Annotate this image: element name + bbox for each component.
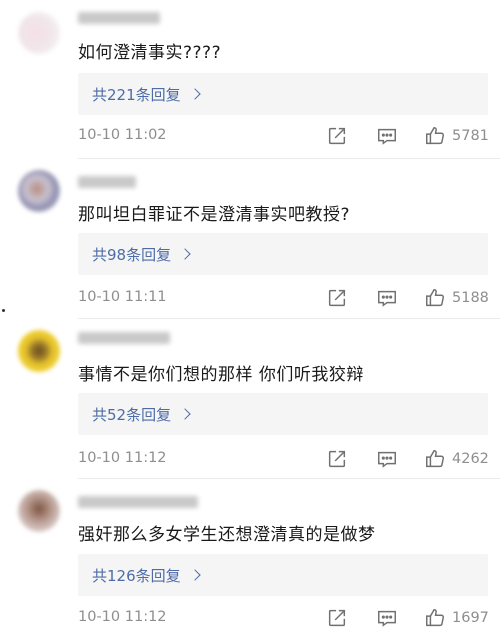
like-count: 4262 — [452, 451, 489, 467]
avatar[interactable] — [18, 490, 60, 532]
comment-timestamp: 10-10 11:12 — [78, 450, 167, 466]
comment-icon[interactable] — [376, 287, 398, 309]
divider — [78, 158, 500, 159]
replies-count-label: 共221条回复 — [92, 85, 181, 104]
view-replies-link[interactable]: 共221条回复 — [92, 84, 201, 105]
replies-count-label: 共52条回复 — [92, 405, 172, 424]
like-button[interactable]: 4262 — [424, 448, 489, 470]
avatar[interactable] — [18, 12, 60, 54]
comment-meta-row: 10-10 11:12 4262 — [78, 448, 489, 470]
like-button[interactable]: 1697 — [424, 607, 489, 629]
comment-timestamp: 10-10 11:12 — [78, 609, 167, 625]
replies-box[interactable]: 共126条回复 — [78, 554, 488, 596]
comment-icon[interactable] — [376, 607, 398, 629]
view-replies-link[interactable]: 共98条回复 — [92, 244, 191, 265]
like-button[interactable]: 5188 — [424, 287, 489, 309]
comment-meta-row: 10-10 11:11 5188 — [78, 287, 489, 309]
divider — [78, 318, 500, 319]
like-count: 5188 — [452, 290, 489, 306]
like-count: 1697 — [452, 610, 489, 626]
thumbs-up-icon — [426, 609, 444, 627]
comment-text: 如何澄清事实???? — [78, 43, 222, 63]
like-count: 5781 — [452, 128, 489, 144]
replies-count-label: 共126条回复 — [92, 566, 181, 585]
chevron-right-icon — [179, 408, 191, 420]
comment-item: 那叫坦白罪证不是澄清事实吧教授? 共98条回复 10-10 11:11 5188 — [0, 160, 500, 320]
username-blurred[interactable] — [78, 332, 170, 344]
view-replies-link[interactable]: 共126条回复 — [92, 565, 201, 586]
replies-count-label: 共98条回复 — [92, 245, 172, 264]
chevron-right-icon — [179, 248, 191, 260]
share-edit-icon[interactable] — [326, 125, 348, 147]
comment-item: 事情不是你们想的那样 你们听我狡辩 共52条回复 10-10 11:12 426… — [0, 320, 500, 480]
comment-text: 事情不是你们想的那样 你们听我狡辩 — [78, 365, 364, 385]
chevron-right-icon — [188, 569, 201, 581]
comment-timestamp: 10-10 11:11 — [78, 289, 167, 305]
thumbs-up-icon — [426, 289, 444, 307]
comment-text: 那叫坦白罪证不是澄清事实吧教授? — [78, 205, 351, 225]
replies-box[interactable]: 共52条回复 — [78, 393, 488, 435]
comment-meta-row: 10-10 11:12 1697 — [78, 607, 489, 629]
avatar[interactable] — [18, 170, 60, 212]
view-replies-link[interactable]: 共52条回复 — [92, 404, 191, 425]
comment-item: 强奸那么多女学生还想澄清真的是做梦 共126条回复 10-10 11:12 16… — [0, 480, 500, 633]
comment-item: 如何澄清事实???? 共221条回复 10-10 11:02 5781 — [0, 0, 500, 160]
share-edit-icon[interactable] — [326, 607, 348, 629]
thumbs-up-icon — [426, 127, 444, 145]
divider — [78, 478, 500, 479]
thumbs-up-icon — [426, 450, 444, 468]
replies-box[interactable]: 共221条回复 — [78, 73, 488, 115]
comment-icon[interactable] — [376, 125, 398, 147]
comment-meta-row: 10-10 11:02 5781 — [78, 125, 489, 147]
username-blurred[interactable] — [78, 12, 160, 24]
share-edit-icon[interactable] — [326, 448, 348, 470]
share-edit-icon[interactable] — [326, 287, 348, 309]
comment-timestamp: 10-10 11:02 — [78, 127, 167, 143]
chevron-right-icon — [188, 88, 201, 100]
comment-text: 强奸那么多女学生还想澄清真的是做梦 — [78, 525, 376, 545]
comment-icon[interactable] — [376, 448, 398, 470]
like-button[interactable]: 5781 — [424, 125, 489, 147]
avatar[interactable] — [18, 330, 60, 372]
username-blurred[interactable] — [78, 496, 198, 508]
replies-box[interactable]: 共98条回复 — [78, 233, 488, 275]
username-blurred[interactable] — [78, 176, 136, 188]
